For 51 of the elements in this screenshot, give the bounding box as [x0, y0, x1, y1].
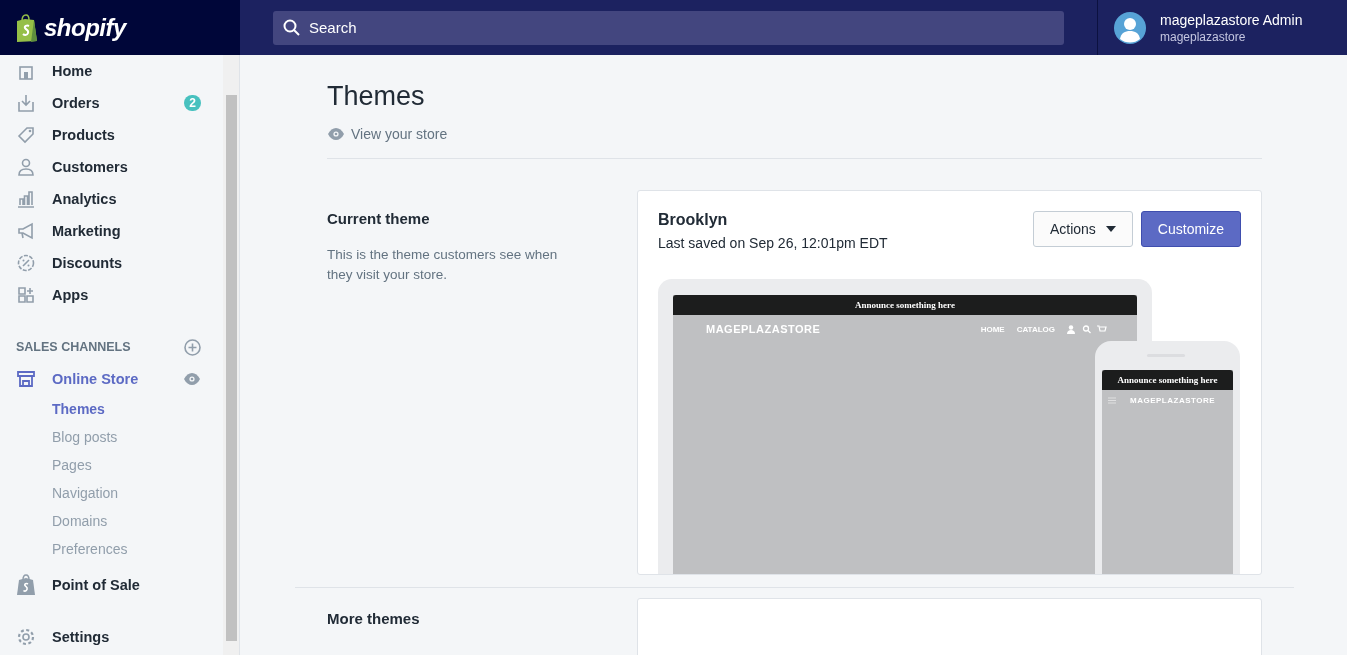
- nav-item[interactable]: Online Store: [16, 363, 223, 395]
- page-title: Themes: [327, 81, 426, 112]
- settings-icon: [16, 627, 36, 647]
- nav-item[interactable]: Point of Sale: [16, 569, 223, 601]
- section-description: This is the theme customers see when they visit your store.: [327, 246, 559, 284]
- store-logo-text: MAGEPLAZASTORE: [1130, 396, 1216, 405]
- sub-nav-item[interactable]: Themes: [16, 395, 223, 423]
- search-icon: [283, 18, 300, 36]
- store-logo-text: MAGEPLAZASTORE: [706, 323, 821, 335]
- tag-icon: [16, 125, 36, 145]
- store-icons-drawing: [1067, 324, 1107, 334]
- section-heading: SALES CHANNELS: [16, 340, 131, 354]
- nav-item[interactable]: Home: [16, 55, 223, 87]
- customize-button[interactable]: Customize: [1140, 211, 1241, 247]
- person-icon: [16, 157, 36, 177]
- bar-chart-icon: [16, 189, 36, 209]
- section-heading: More themes: [327, 610, 421, 627]
- nav-item[interactable]: Marketing: [16, 215, 223, 247]
- caret-icon: [1105, 226, 1116, 232]
- nav-item[interactable]: Customers: [16, 151, 223, 183]
- shopping-bag-icon: [16, 574, 36, 596]
- last-saved-text: Last saved on Sep 26, 12:01pm EDT: [658, 235, 889, 251]
- eye-icon: [327, 128, 345, 140]
- store-name: mageplazastore: [1160, 29, 1247, 44]
- storefront-icon: [16, 369, 36, 389]
- avatar-icon[interactable]: [1114, 11, 1146, 44]
- count-badge: 2: [184, 95, 201, 111]
- scrollbar[interactable]: [223, 55, 239, 655]
- theme-name: Brooklyn: [658, 211, 729, 229]
- add-icon[interactable]: [184, 338, 201, 356]
- announcement-bar: Announce something here: [673, 295, 1137, 315]
- nav-item[interactable]: Discounts: [16, 247, 223, 279]
- eye-icon: [183, 373, 201, 385]
- search-field[interactable]: Search: [273, 10, 1064, 45]
- announcement-bar: Announce something here: [1102, 370, 1233, 390]
- section-heading: Current theme: [327, 210, 431, 227]
- brand-logo-text: shopify: [44, 13, 126, 42]
- actions-button[interactable]: Actions: [1032, 211, 1133, 247]
- discount-icon: [16, 253, 36, 273]
- nav-item[interactable]: Analytics: [16, 183, 223, 215]
- nav-item[interactable]: Apps: [16, 279, 223, 311]
- view-store-link[interactable]: View your store: [327, 126, 448, 142]
- account-name: mageplazastore Admin: [1160, 11, 1303, 28]
- megaphone-icon: [16, 221, 36, 241]
- nav-item[interactable]: Products: [16, 119, 223, 151]
- inbox-icon: [16, 93, 36, 113]
- shopping-bag-logo-icon: [14, 12, 40, 43]
- nav-item[interactable]: Orders 2: [16, 87, 223, 119]
- menu-icon: [1108, 397, 1116, 404]
- nav-item[interactable]: Settings: [16, 621, 223, 653]
- apps-icon: [16, 285, 36, 305]
